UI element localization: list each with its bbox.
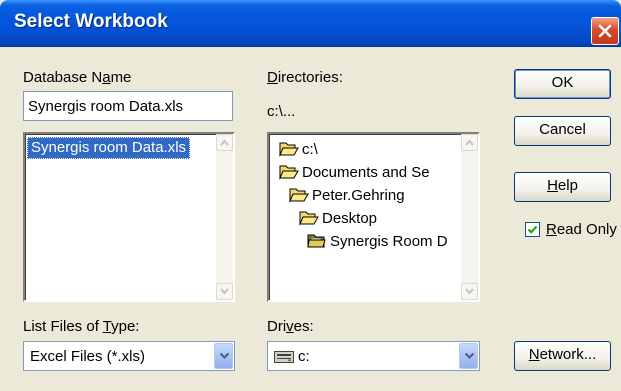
read-only-checkbox[interactable] (525, 222, 540, 237)
directory-item-label: c:\ (302, 141, 318, 158)
open-folder-icon (279, 165, 299, 180)
help-button[interactable]: Help (514, 172, 611, 202)
file-list[interactable]: Synergis room Data.xls (23, 132, 235, 302)
directories-label: Directories: (267, 69, 343, 86)
chevron-down-icon (220, 288, 229, 295)
chevron-down-icon (465, 288, 474, 295)
file-list-scrollbar[interactable] (216, 134, 233, 300)
scroll-up-button[interactable] (461, 134, 478, 151)
directory-tree[interactable]: c:\ Documents and Se Peter.Gehring Desktop S… (267, 132, 480, 302)
scroll-up-button[interactable] (216, 134, 233, 151)
directory-item-label: Documents and Se (302, 164, 430, 181)
chevron-up-icon (465, 139, 474, 146)
database-name-field[interactable]: Synergis room Data.xls (23, 91, 233, 121)
database-name-value: Synergis room Data.xls (28, 98, 184, 115)
network-button[interactable]: Network... (514, 341, 611, 371)
file-type-select[interactable]: Excel Files (*.xls) (23, 341, 235, 371)
select-workbook-dialog: Select Workbook Database Name Synergis r… (0, 0, 621, 391)
file-type-label: List Files of Type: (23, 318, 140, 335)
database-name-label: Database Name (23, 69, 132, 86)
drives-dropdown-button[interactable] (459, 343, 478, 369)
close-icon (598, 24, 612, 38)
scroll-down-button[interactable] (216, 283, 233, 300)
chevron-down-icon (464, 352, 475, 360)
file-list-item-selected[interactable]: Synergis room Data.xls (27, 137, 191, 159)
open-folder-icon (279, 142, 299, 157)
file-type-value: Excel Files (*.xls) (30, 348, 146, 365)
dialog-title: Select Workbook (14, 11, 168, 32)
directory-scrollbar[interactable] (461, 134, 478, 300)
title-bar[interactable]: Select Workbook (0, 0, 621, 47)
cancel-button[interactable]: Cancel (514, 116, 611, 146)
current-path: c:\... (267, 103, 296, 120)
file-type-dropdown-button[interactable] (214, 343, 233, 369)
drive-value: c: (298, 348, 310, 365)
chevron-up-icon (220, 139, 229, 146)
ok-button[interactable]: OK (514, 69, 611, 99)
scroll-down-button[interactable] (461, 283, 478, 300)
drives-select[interactable]: c: (267, 341, 480, 371)
checkmark-icon (527, 225, 538, 234)
open-folder-icon (307, 234, 326, 248)
close-button[interactable] (591, 17, 619, 45)
directory-item-label: Desktop (322, 210, 378, 227)
directory-item-label: Synergis Room D (330, 233, 448, 250)
open-folder-icon (289, 188, 309, 203)
open-folder-icon (299, 211, 319, 226)
directory-item-label: Peter.Gehring (312, 187, 405, 204)
drives-label: Drives: (267, 318, 314, 335)
chevron-down-icon (219, 352, 230, 360)
drive-icon (274, 351, 294, 363)
read-only-label[interactable]: Read Only (546, 221, 617, 238)
